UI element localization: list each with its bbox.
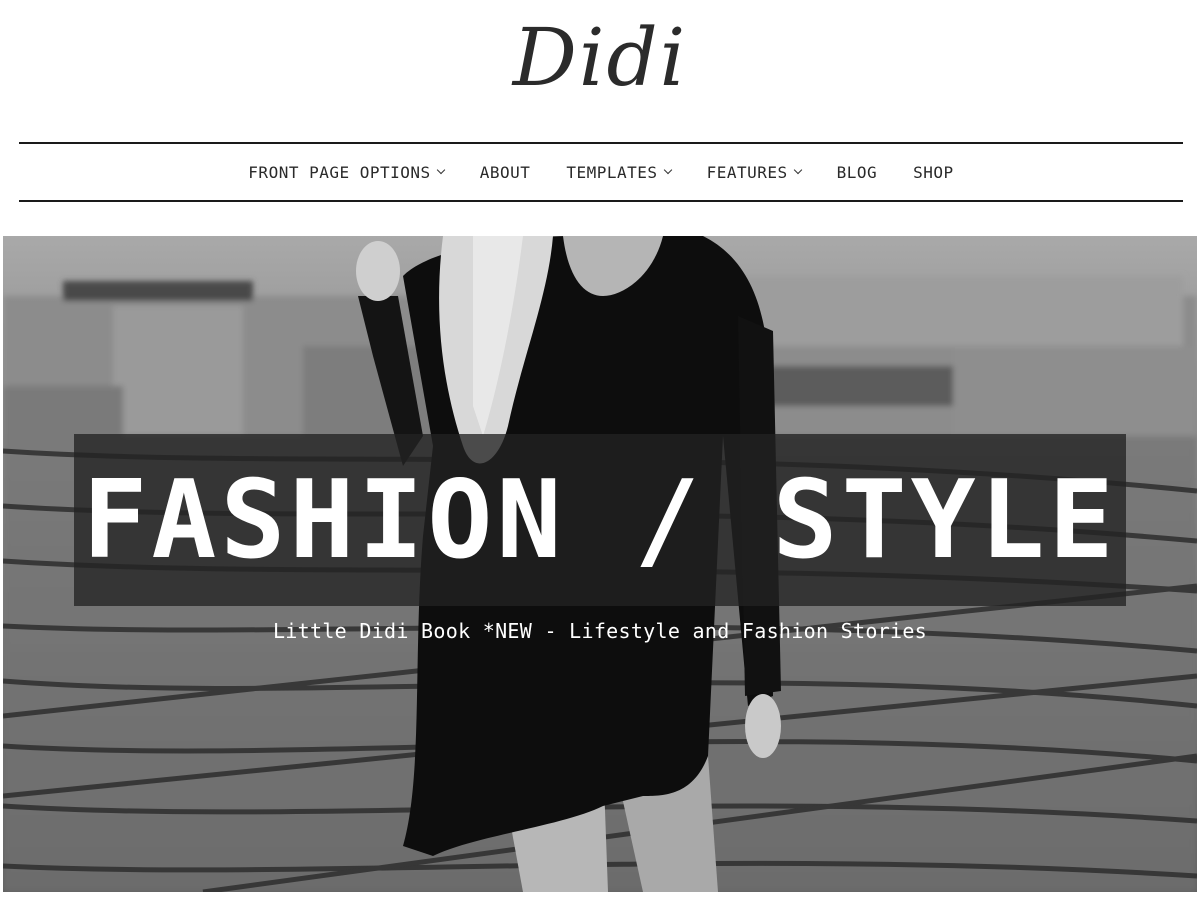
nav-item-blog[interactable]: BLOG: [837, 163, 878, 182]
chevron-down-icon: [436, 165, 445, 175]
nav-item-label: FEATURES: [706, 162, 788, 182]
nav-item-shop[interactable]: SHOP: [913, 163, 954, 182]
nav-item-about[interactable]: ABOUT: [480, 163, 531, 182]
nav-item-templates[interactable]: TEMPLATES: [566, 162, 672, 182]
nav-item-label: FRONT PAGE OPTIONS: [248, 162, 431, 182]
hero-title-box: FASHION / STYLE: [74, 434, 1126, 606]
nav-item-features[interactable]: FEATURES: [706, 162, 802, 182]
nav-item-label: TEMPLATES: [566, 162, 658, 182]
chevron-down-icon: [663, 165, 672, 175]
hero-title: FASHION / STYLE: [82, 457, 1118, 583]
site-header: Didi: [0, 0, 1200, 140]
site-logo[interactable]: Didi: [0, 8, 1200, 108]
nav-item-label: SHOP: [913, 162, 954, 182]
nav-item-label: BLOG: [836, 162, 878, 182]
hero-subtitle: Little Didi Book *NEW - Lifestyle and Fa…: [272, 619, 928, 643]
nav-item-label: ABOUT: [479, 162, 531, 182]
nav-item-front-page-options[interactable]: FRONT PAGE OPTIONS: [248, 162, 445, 182]
hero-banner[interactable]: FASHION / STYLE Little Didi Book *NEW - …: [3, 236, 1197, 892]
main-navigation: FRONT PAGE OPTIONS ABOUT TEMPLATES FEATU…: [19, 142, 1183, 202]
chevron-down-icon: [793, 165, 802, 175]
